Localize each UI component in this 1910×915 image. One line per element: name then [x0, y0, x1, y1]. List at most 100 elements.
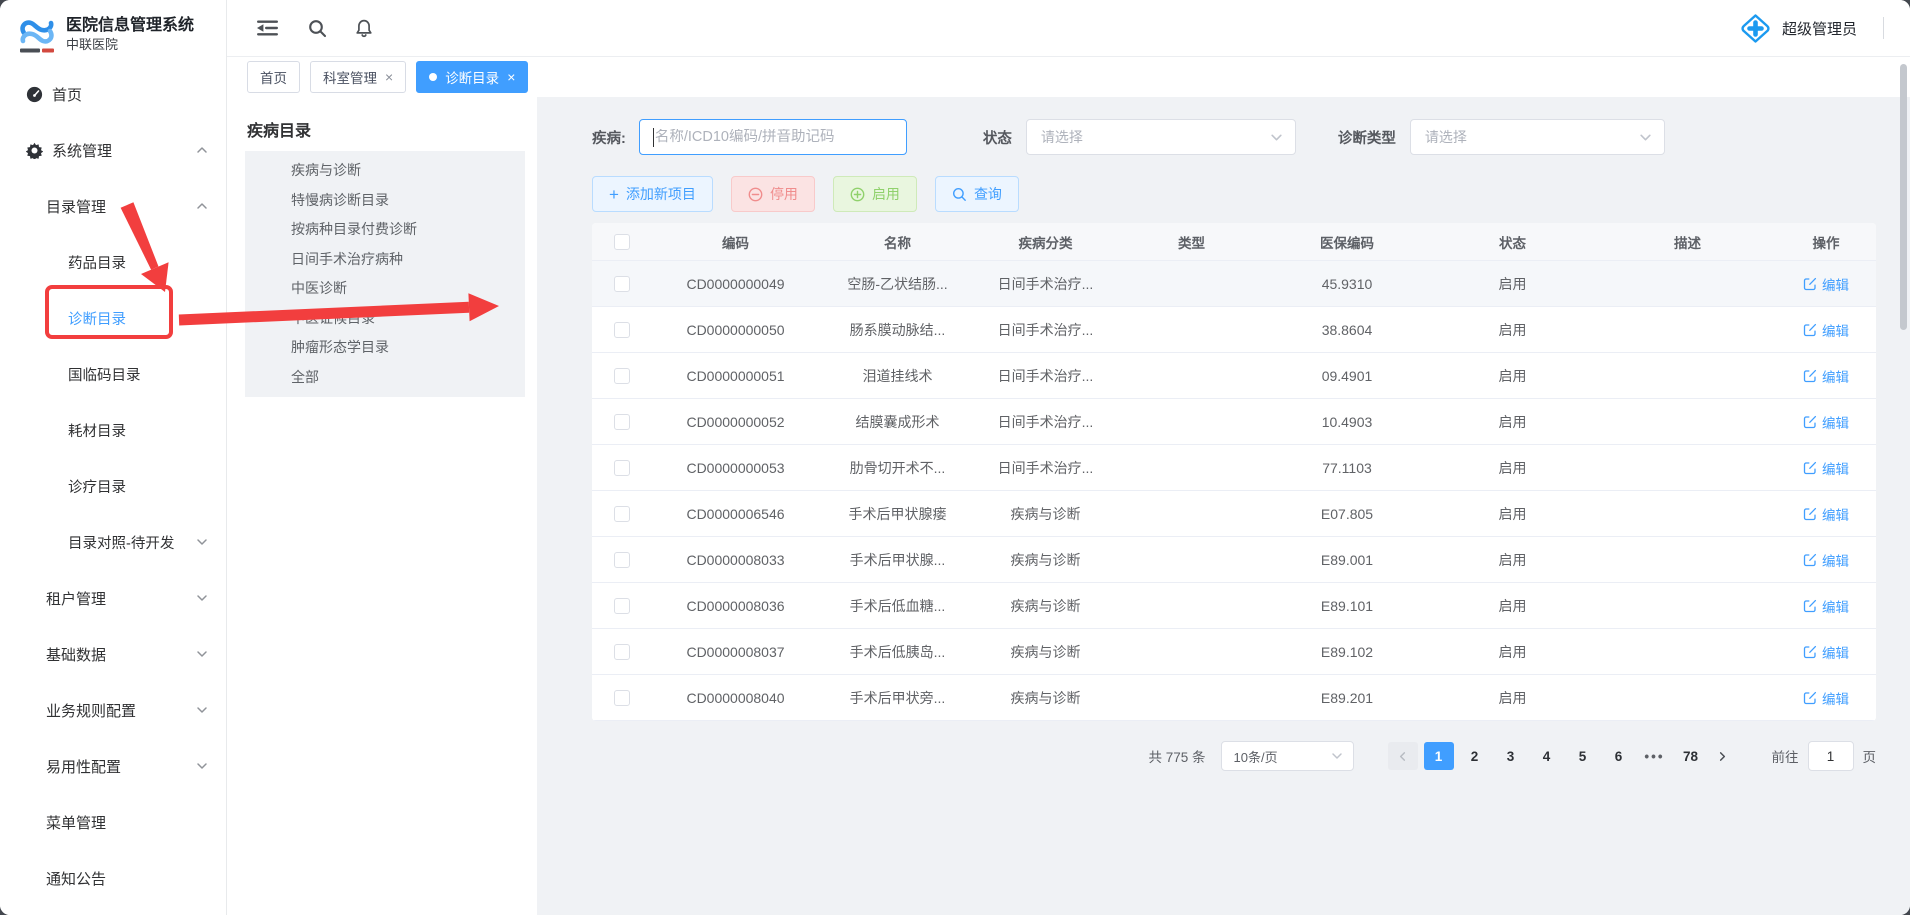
row-checkbox[interactable]	[614, 322, 630, 338]
collapse-sidebar-icon[interactable]	[257, 19, 279, 37]
row-checkbox[interactable]	[614, 644, 630, 660]
disease-search-input[interactable]	[640, 129, 906, 145]
user-menu[interactable]: 超级管理员	[1739, 12, 1857, 45]
next-page-button[interactable]	[1710, 742, 1736, 770]
notification-bell-icon[interactable]	[354, 18, 374, 39]
page-size-select[interactable]: 10条/页	[1221, 741, 1354, 771]
sidebar-item-10[interactable]: 基础数据	[0, 626, 226, 682]
page-button-2[interactable]: 2	[1460, 742, 1490, 770]
column-header-4: 医保编码	[1268, 232, 1426, 252]
sidebar-item-14[interactable]: 通知公告	[0, 850, 226, 906]
tab-1[interactable]: 科室管理×	[310, 61, 406, 93]
row-checkbox[interactable]	[614, 276, 630, 292]
row-checkbox[interactable]	[614, 506, 630, 522]
prev-page-button[interactable]	[1388, 742, 1418, 770]
filter-row: 疾病: 状态 请选择 诊断类型 请选择	[592, 119, 1876, 155]
edit-button[interactable]: 编辑	[1803, 504, 1849, 524]
select-all-checkbox[interactable]	[614, 234, 630, 250]
row-checkbox[interactable]	[614, 598, 630, 614]
sidebar-item-9[interactable]: 租户管理	[0, 570, 226, 626]
disable-button[interactable]: 停用	[731, 176, 815, 212]
sidebar-item-label: 首页	[52, 84, 82, 105]
cell-code: CD0000000053	[652, 460, 819, 476]
edit-button[interactable]: 编辑	[1803, 366, 1849, 386]
page-button-4[interactable]: 4	[1532, 742, 1562, 770]
cell-status: 启用	[1426, 596, 1599, 616]
close-tab-icon[interactable]: ×	[385, 70, 393, 84]
catalog-item-0[interactable]: 疾病与诊断	[245, 156, 525, 186]
edit-button[interactable]: 编辑	[1803, 320, 1849, 340]
page-button-5[interactable]: 5	[1568, 742, 1598, 770]
sidebar-item-2[interactable]: 目录管理	[0, 178, 226, 234]
column-header-1: 名称	[819, 232, 976, 252]
row-checkbox[interactable]	[614, 460, 630, 476]
plus-icon: +	[609, 186, 619, 203]
row-checkbox[interactable]	[614, 552, 630, 568]
sidebar-item-11[interactable]: 业务规则配置	[0, 682, 226, 738]
sidebar-item-label: 通知公告	[46, 868, 106, 889]
row-checkbox[interactable]	[614, 414, 630, 430]
cell-insurance_code: E89.102	[1268, 644, 1426, 660]
catalog-item-6[interactable]: 肿瘤形态学目录	[245, 333, 525, 363]
query-button[interactable]: 查询	[935, 176, 1019, 212]
tab-2[interactable]: 诊断目录×	[416, 61, 528, 93]
cell-status: 启用	[1426, 366, 1599, 386]
edit-button[interactable]: 编辑	[1803, 642, 1849, 662]
edit-icon	[1803, 691, 1817, 705]
username: 超级管理员	[1782, 18, 1857, 39]
page-button-78[interactable]: 78	[1676, 742, 1706, 770]
edit-icon	[1803, 369, 1817, 383]
sidebar-item-0[interactable]: 首页	[0, 66, 226, 122]
column-header-5: 状态	[1426, 232, 1599, 252]
cell-category: 日间手术治疗...	[976, 320, 1115, 340]
catalog-item-1[interactable]: 特慢病诊断目录	[245, 186, 525, 216]
sidebar-item-12[interactable]: 易用性配置	[0, 738, 226, 794]
cell-name: 结膜囊成形术	[819, 412, 976, 432]
edit-icon	[1803, 461, 1817, 475]
catalog-item-3[interactable]: 日间手术治疗病种	[245, 245, 525, 275]
catalog-title: 疾病目录	[247, 117, 525, 141]
close-tab-icon[interactable]: ×	[507, 70, 515, 84]
enable-button[interactable]: 启用	[833, 176, 917, 212]
search-icon[interactable]	[307, 18, 328, 39]
catalog-item-5[interactable]: 中医证候目录	[245, 304, 525, 334]
row-checkbox[interactable]	[614, 690, 630, 706]
cell-status: 启用	[1426, 458, 1599, 478]
cell-name: 手术后甲状腺瘘	[819, 504, 976, 524]
page-button-1[interactable]: 1	[1424, 742, 1454, 770]
status-select[interactable]: 请选择	[1026, 119, 1296, 155]
cell-code: CD0000008040	[652, 690, 819, 706]
add-item-button[interactable]: + 添加新项目	[592, 176, 713, 212]
diagnosis-type-select[interactable]: 请选择	[1410, 119, 1665, 155]
catalog-item-4[interactable]: 中医诊断	[245, 274, 525, 304]
vertical-scrollbar[interactable]	[1900, 64, 1907, 330]
edit-button[interactable]: 编辑	[1803, 550, 1849, 570]
sidebar-item-3[interactable]: 药品目录	[0, 234, 226, 290]
tab-0[interactable]: 首页	[247, 61, 300, 93]
more-pages[interactable]: •••	[1640, 742, 1670, 770]
goto-page-input[interactable]	[1808, 741, 1854, 771]
edit-button[interactable]: 编辑	[1803, 688, 1849, 708]
sidebar-item-5[interactable]: 国临码目录	[0, 346, 226, 402]
catalog-item-7[interactable]: 全部	[245, 363, 525, 393]
sidebar-item-8[interactable]: 目录对照-待开发	[0, 514, 226, 570]
chevron-down-icon	[196, 536, 208, 548]
edit-button[interactable]: 编辑	[1803, 274, 1849, 294]
sidebar-item-4[interactable]: 诊断目录	[0, 290, 226, 346]
sidebar-item-1[interactable]: 系统管理	[0, 122, 226, 178]
edit-button[interactable]: 编辑	[1803, 458, 1849, 478]
sidebar-item-6[interactable]: 耗材目录	[0, 402, 226, 458]
row-checkbox[interactable]	[614, 368, 630, 384]
table-row: CD0000008033手术后甲状腺...疾病与诊断E89.001启用编辑	[592, 537, 1876, 583]
edit-button[interactable]: 编辑	[1803, 412, 1849, 432]
sidebar-item-7[interactable]: 诊疗目录	[0, 458, 226, 514]
sidebar-item-13[interactable]: 菜单管理	[0, 794, 226, 850]
edit-icon	[1803, 415, 1817, 429]
cell-category: 疾病与诊断	[976, 550, 1115, 570]
chevron-up-icon	[196, 200, 208, 212]
page-button-3[interactable]: 3	[1496, 742, 1526, 770]
catalog-item-2[interactable]: 按病种目录付费诊断	[245, 215, 525, 245]
cell-name: 手术后甲状腺...	[819, 550, 976, 570]
page-button-6[interactable]: 6	[1604, 742, 1634, 770]
edit-button[interactable]: 编辑	[1803, 596, 1849, 616]
